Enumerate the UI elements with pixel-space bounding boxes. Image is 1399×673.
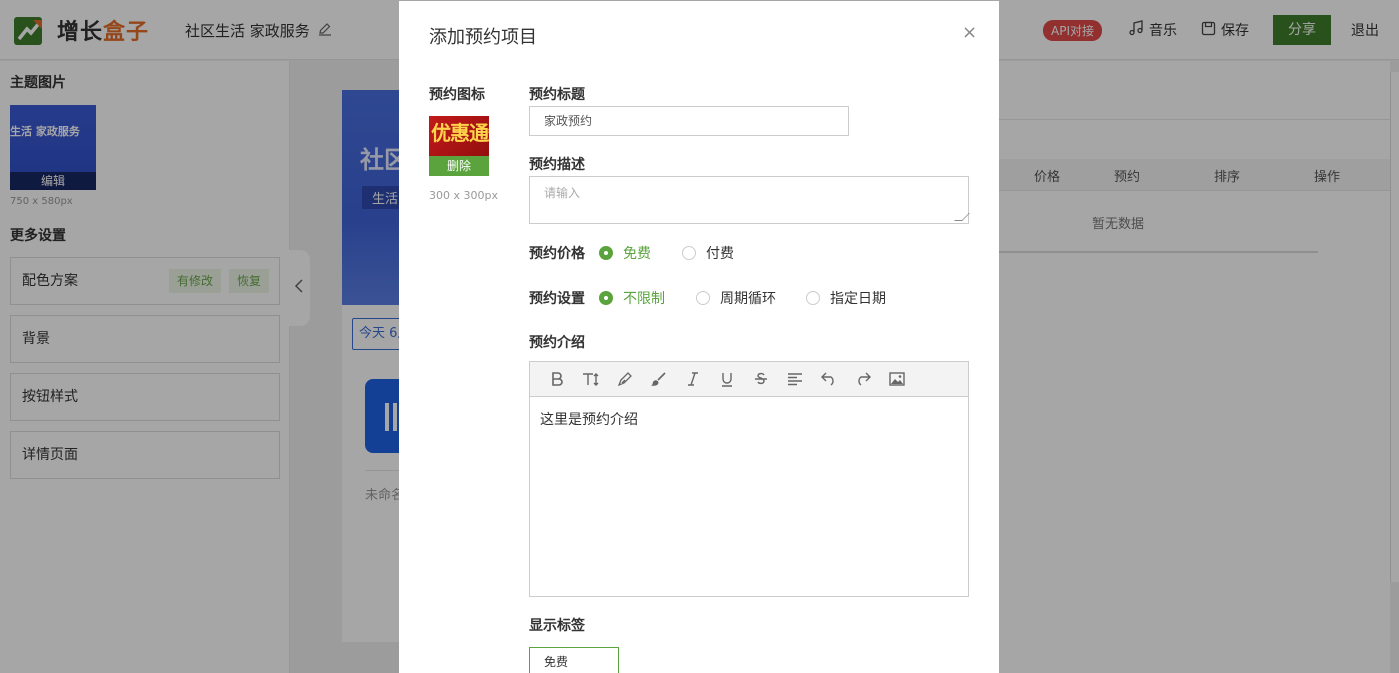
add-booking-item-modal: 添加预约项目 × 预约图标 优惠通知 删除 300 x 300px 预约标题 家…	[399, 1, 999, 673]
display-tag-label: 显示标签	[529, 618, 585, 634]
title-input[interactable]: 家政预约	[529, 106, 849, 136]
radio-label: 免费	[623, 246, 651, 262]
modal-title: 添加预约项目	[429, 27, 537, 48]
strikethrough-icon[interactable]	[744, 367, 778, 391]
image-icon[interactable]	[880, 367, 914, 391]
delete-icon-button[interactable]: 删除	[429, 156, 489, 176]
italic-icon[interactable]	[676, 367, 710, 391]
radio-dot	[806, 291, 820, 305]
icon-label: 预约图标	[429, 87, 485, 103]
booking-icon-image[interactable]: 优惠通知 删除	[429, 116, 489, 176]
text-size-icon[interactable]	[574, 367, 608, 391]
highlight-icon[interactable]	[608, 367, 642, 391]
radio-dot	[696, 291, 710, 305]
radio-dot	[599, 291, 613, 305]
resize-grip-icon[interactable]	[954, 213, 970, 221]
description-textarea[interactable]: 请输入	[529, 176, 970, 224]
price-paid-radio[interactable]: 付费	[682, 243, 734, 263]
align-icon[interactable]	[778, 367, 812, 391]
redo-icon[interactable]	[846, 367, 880, 391]
editor-toolbar	[530, 362, 968, 397]
setting-label: 预约设置	[529, 291, 585, 307]
editor-content[interactable]: 这里是预约介绍	[530, 397, 968, 441]
close-icon[interactable]: ×	[962, 23, 977, 43]
setting-cycle-radio[interactable]: 周期循环	[696, 288, 776, 308]
price-label: 预约价格	[529, 246, 585, 262]
radio-dot	[599, 246, 613, 260]
brush-icon[interactable]	[642, 367, 676, 391]
radio-label: 不限制	[623, 291, 665, 307]
description-label: 预约描述	[529, 157, 585, 173]
radio-label: 付费	[706, 246, 734, 262]
description-placeholder: 请输入	[544, 186, 581, 200]
display-tag-input[interactable]: 免费	[529, 647, 619, 673]
price-free-radio[interactable]: 免费	[599, 243, 651, 263]
rich-text-editor: 这里是预约介绍	[529, 361, 969, 597]
intro-label: 预约介绍	[529, 335, 585, 351]
undo-icon[interactable]	[812, 367, 846, 391]
bold-icon[interactable]	[540, 367, 574, 391]
underline-icon[interactable]	[710, 367, 744, 391]
setting-unlimited-radio[interactable]: 不限制	[599, 288, 665, 308]
radio-label: 周期循环	[720, 291, 776, 307]
icon-image-text: 优惠通知	[431, 121, 489, 145]
radio-label: 指定日期	[830, 291, 886, 307]
setting-date-radio[interactable]: 指定日期	[806, 288, 886, 308]
title-label: 预约标题	[529, 87, 585, 103]
icon-size-hint: 300 x 300px	[429, 189, 498, 202]
radio-dot	[682, 246, 696, 260]
